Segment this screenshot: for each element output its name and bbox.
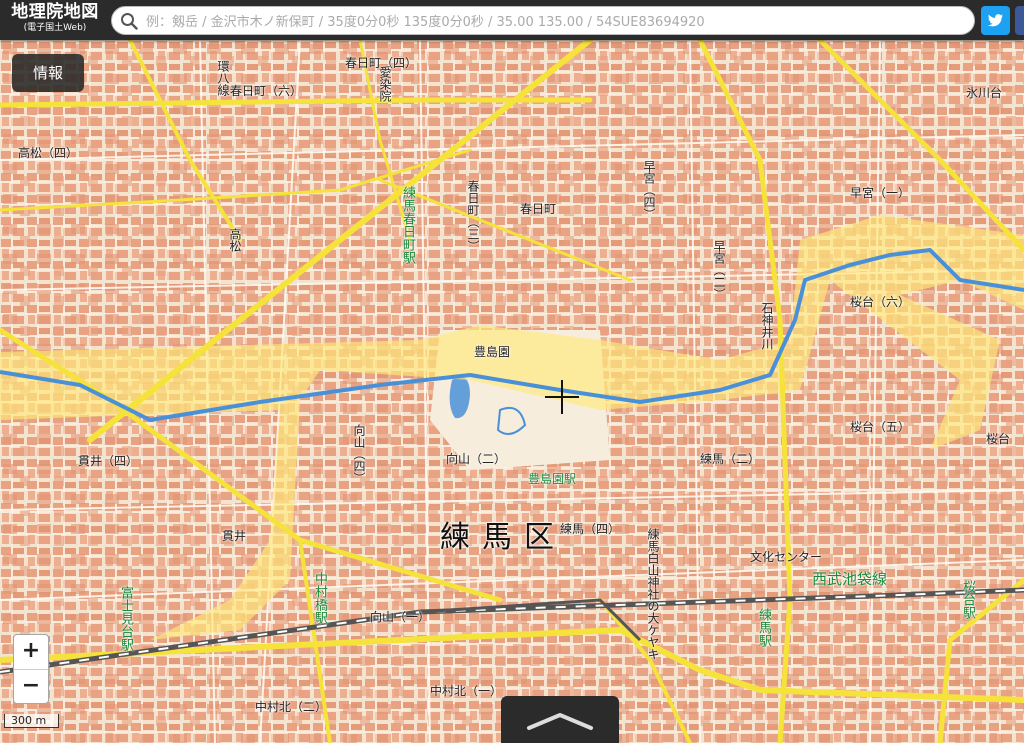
- zoom-control: + −: [13, 634, 49, 704]
- area-label: 貫井: [222, 529, 247, 543]
- station-label: 富士見台駅: [118, 586, 133, 651]
- area-label: 向山（一）: [370, 610, 431, 624]
- station-label: 練馬春日町駅: [400, 186, 415, 264]
- area-label: 春日町: [520, 202, 557, 216]
- railway-label: 西武池袋線: [812, 570, 888, 588]
- area-label: 春日町（三）: [466, 180, 480, 252]
- app-title: 地理院地図: [11, 2, 99, 22]
- area-label: 桜台: [986, 432, 1011, 446]
- search-input[interactable]: [144, 10, 968, 34]
- river-label: 石神井川: [760, 302, 774, 350]
- area-label: 桜台（六）: [850, 295, 911, 309]
- park-label: 豊島園: [474, 345, 511, 359]
- zoom-out-button[interactable]: −: [14, 670, 48, 703]
- search-icon: [121, 13, 138, 30]
- area-label: 練馬（二）: [700, 452, 761, 466]
- zoom-in-button[interactable]: +: [14, 635, 48, 670]
- area-label: 中村北（二）: [255, 700, 328, 714]
- top-bar: 地理院地図 (電子国土Web): [0, 0, 1024, 40]
- facebook-share-button[interactable]: [1015, 6, 1024, 35]
- info-button[interactable]: 情報: [12, 54, 84, 92]
- app-subtitle: (電子国土Web): [23, 23, 87, 33]
- station-label: 桜台駅: [960, 580, 975, 619]
- area-label: 文化センター: [750, 550, 823, 564]
- twitter-icon: [988, 14, 1003, 27]
- area-label: 高松（四）: [18, 146, 79, 160]
- area-label: 高松: [228, 228, 242, 252]
- app-logo[interactable]: 地理院地図 (電子国土Web): [4, 2, 106, 38]
- area-label: 氷川台: [966, 86, 1003, 100]
- area-label: 練馬（四）: [560, 522, 621, 536]
- station-label: 豊島園駅: [528, 472, 577, 486]
- drawer-toggle-button[interactable]: [501, 696, 619, 743]
- district-label: 練馬区: [440, 520, 566, 555]
- area-label: 向山（二）: [446, 452, 507, 466]
- area-label: 桜台（五）: [850, 420, 911, 434]
- chevron-up-icon: [527, 713, 593, 730]
- area-label: 貫井（四）: [78, 454, 139, 468]
- map-canvas[interactable]: 春日町（四） 春日町（六） 高松（四） 春日町 高松 春日町（三） 早宮（四） …: [0, 40, 1024, 743]
- road-label: 環八線: [216, 60, 230, 96]
- search-box[interactable]: [111, 6, 975, 35]
- station-label: 練馬駅: [756, 608, 771, 647]
- area-label: 向山（四）: [352, 424, 366, 484]
- shrine-label: 練馬白山神社の大ケヤキ: [646, 528, 660, 660]
- landmark-label: 愛染院: [378, 66, 392, 102]
- area-label: 早宮（四）: [642, 160, 656, 220]
- scale-bar: 300 m: [4, 714, 59, 728]
- area-label: 早宮（二）: [712, 240, 726, 300]
- map-layer: [0, 40, 1024, 743]
- twitter-share-button[interactable]: [981, 6, 1010, 35]
- station-label: 中村橋駅: [312, 572, 327, 624]
- area-label: 早宮（一）: [850, 186, 911, 200]
- area-label: 中村北（一）: [430, 684, 503, 698]
- area-label: 春日町（六）: [230, 84, 303, 98]
